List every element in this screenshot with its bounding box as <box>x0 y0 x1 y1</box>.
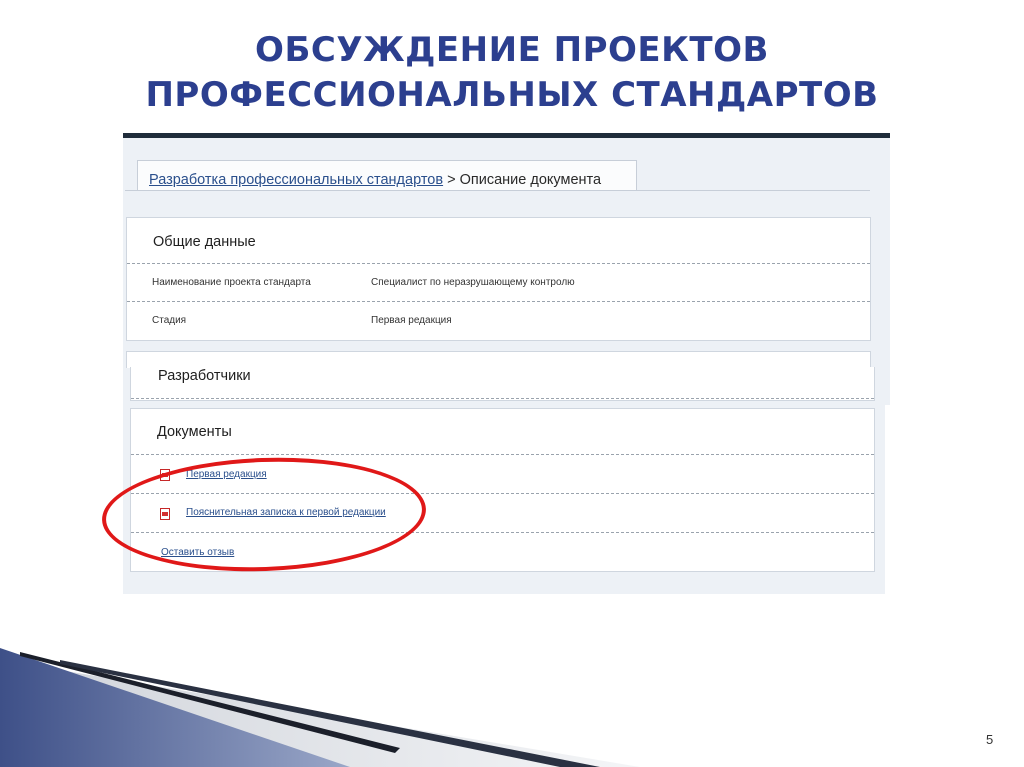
table-row: Стадия Первая редакция <box>127 302 870 340</box>
breadcrumb-separator: > <box>443 172 460 188</box>
documents-header: Документы <box>131 409 874 455</box>
row-value: Специалист по неразрушающему контролю <box>371 277 575 288</box>
developers-header[interactable]: Разработчики <box>131 367 874 399</box>
breadcrumb-link-professional-standards[interactable]: Разработка профессиональных стандартов <box>149 172 443 188</box>
row-label: Наименование проекта стандарта <box>152 277 311 288</box>
row-label: Стадия <box>152 315 187 326</box>
page-number: 5 <box>986 732 994 747</box>
breadcrumb-current: Описание документа <box>459 172 602 188</box>
general-data-header: Общие данные <box>127 218 870 264</box>
table-row: Наименование проекта стандарта Специалис… <box>127 264 870 302</box>
breadcrumb: Разработка профессиональных стандартов >… <box>137 160 637 190</box>
developers-panel-body[interactable]: Разработчики <box>130 367 875 401</box>
slide-title-line2: ПРОФЕССИОНАЛЬНЫХ СТАНДАРТОВ <box>145 75 879 115</box>
general-data-panel: Общие данные Наименование проекта станда… <box>126 217 871 341</box>
row-value: Первая редакция <box>371 315 452 326</box>
slide-title: ОБСУЖДЕНИЕ ПРОЕКТОВ ПРОФЕССИОНАЛЬНЫХ СТА… <box>0 28 1024 118</box>
developers-panel[interactable] <box>126 351 871 368</box>
slide-title-line1: ОБСУЖДЕНИЕ ПРОЕКТОВ <box>255 30 769 70</box>
decorative-stripes <box>0 648 640 767</box>
